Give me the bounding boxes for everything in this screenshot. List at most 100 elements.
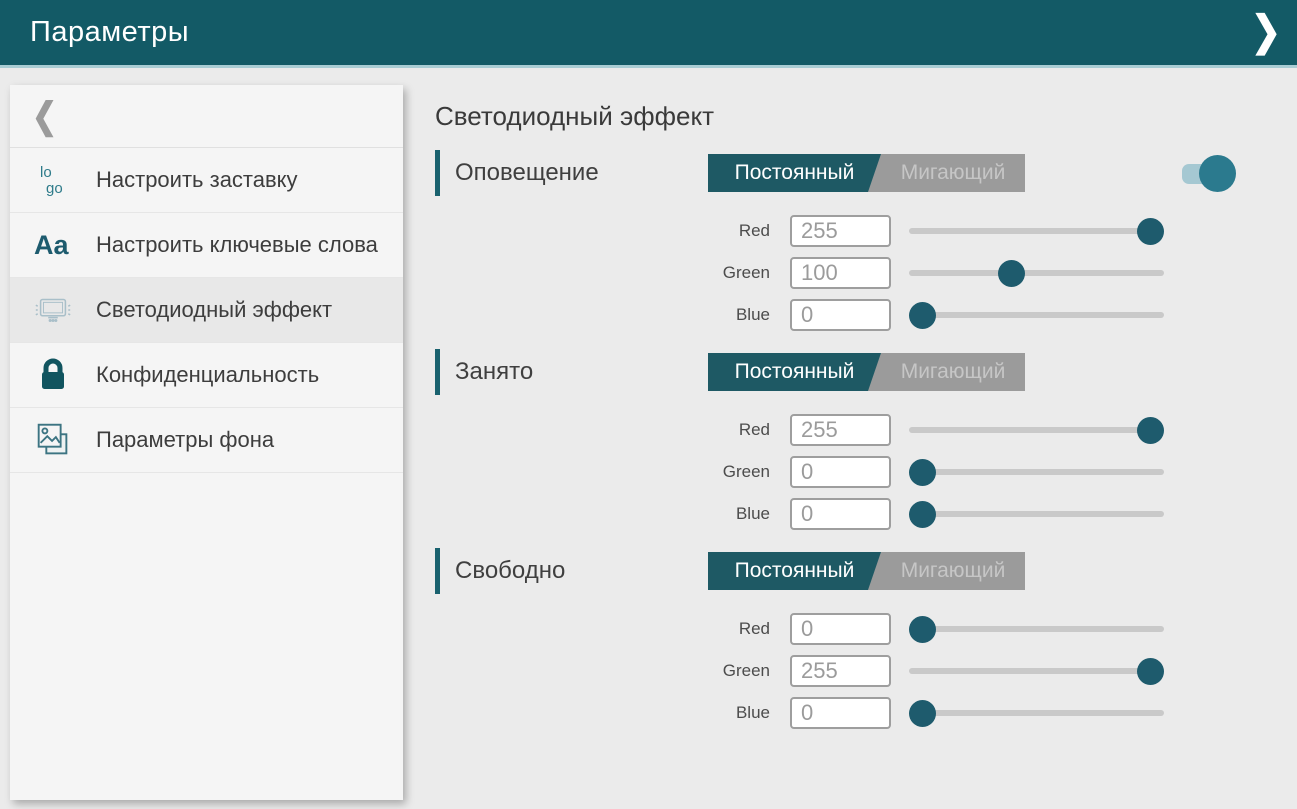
forward-chevron-icon[interactable]: ❯ bbox=[1251, 7, 1281, 55]
channel-value-input[interactable] bbox=[790, 697, 891, 729]
channel-slider[interactable] bbox=[909, 612, 1164, 646]
slider-knob[interactable] bbox=[909, 302, 936, 329]
sidebar-item-4[interactable]: Параметры фона bbox=[10, 408, 403, 473]
page-title: Параметры bbox=[30, 16, 189, 49]
channel-label: Red bbox=[435, 619, 790, 639]
channel-label: Green bbox=[435, 263, 790, 283]
channel-value-input[interactable] bbox=[790, 498, 891, 530]
channel-value-input[interactable] bbox=[790, 257, 891, 289]
slider-track bbox=[909, 312, 1164, 318]
channel-value-input[interactable] bbox=[790, 456, 891, 488]
sidebar: ❮ logo Настроить заставку Aa Настроить к… bbox=[10, 85, 403, 800]
section-accent-bar bbox=[435, 349, 440, 395]
mode-option-blinking[interactable]: Мигающий bbox=[881, 552, 1025, 590]
mode-toggle[interactable]: Мигающий Постоянный bbox=[708, 154, 1025, 192]
section-name: Занято bbox=[455, 358, 533, 386]
mode-option-constant[interactable]: Постоянный bbox=[708, 353, 868, 391]
sidebar-item-3[interactable]: Конфиденциальность bbox=[10, 343, 403, 408]
channel-value-input[interactable] bbox=[790, 215, 891, 247]
sidebar-item-label: Светодиодный эффект bbox=[96, 285, 342, 335]
channel-slider[interactable] bbox=[909, 497, 1164, 531]
channel-label: Blue bbox=[435, 305, 790, 325]
section-name: Свободно bbox=[455, 557, 565, 585]
switch-knob bbox=[1199, 155, 1236, 192]
slider-track bbox=[909, 270, 1164, 276]
slider-track bbox=[909, 710, 1164, 716]
led-section: Занято Мигающий Постоянный Red Green Blu… bbox=[435, 349, 1230, 531]
slider-track bbox=[909, 427, 1164, 433]
mode-option-blinking[interactable]: Мигающий bbox=[881, 154, 1025, 192]
enable-switch[interactable] bbox=[1182, 164, 1228, 184]
sidebar-item-2[interactable]: Светодиодный эффект bbox=[10, 278, 403, 343]
rgb-row: Blue bbox=[435, 497, 1230, 531]
rgb-row: Red bbox=[435, 413, 1230, 447]
svg-text:Aa: Aa bbox=[34, 230, 69, 260]
slider-knob[interactable] bbox=[998, 260, 1025, 287]
channel-value-input[interactable] bbox=[790, 655, 891, 687]
rgb-row: Red bbox=[435, 612, 1230, 646]
rgb-row: Blue bbox=[435, 298, 1230, 332]
main-content: Светодиодный эффект Оповещение Мигающий … bbox=[435, 85, 1230, 738]
channel-slider[interactable] bbox=[909, 298, 1164, 332]
channel-value-input[interactable] bbox=[790, 299, 891, 331]
keywords-icon: Aa bbox=[32, 225, 74, 265]
rgb-row: Blue bbox=[435, 696, 1230, 730]
sidebar-item-label: Конфиденциальность bbox=[96, 350, 329, 400]
app-header: Параметры ❯ bbox=[0, 0, 1297, 68]
slider-track bbox=[909, 668, 1164, 674]
led-effect-icon bbox=[32, 290, 74, 330]
svg-text:go: go bbox=[46, 180, 63, 197]
channel-slider[interactable] bbox=[909, 256, 1164, 290]
channel-slider[interactable] bbox=[909, 214, 1164, 248]
channel-label: Blue bbox=[435, 504, 790, 524]
sidebar-back-button[interactable]: ❮ bbox=[10, 85, 403, 148]
rgb-row: Green bbox=[435, 256, 1230, 290]
channel-value-input[interactable] bbox=[790, 414, 891, 446]
slider-knob[interactable] bbox=[1137, 417, 1164, 444]
slider-track bbox=[909, 228, 1164, 234]
rgb-row: Green bbox=[435, 654, 1230, 688]
slider-knob[interactable] bbox=[909, 616, 936, 643]
slider-track bbox=[909, 469, 1164, 475]
background-icon bbox=[32, 418, 74, 462]
back-chevron-icon: ❮ bbox=[32, 95, 57, 137]
channel-label: Red bbox=[435, 221, 790, 241]
mode-option-constant[interactable]: Постоянный bbox=[708, 552, 868, 590]
channel-label: Green bbox=[435, 661, 790, 681]
mode-option-constant[interactable]: Постоянный bbox=[708, 154, 868, 192]
led-section: Оповещение Мигающий Постоянный Red Green… bbox=[435, 150, 1230, 332]
channel-slider[interactable] bbox=[909, 455, 1164, 489]
sidebar-item-label: Настроить ключевые слова bbox=[96, 220, 388, 270]
rgb-row: Red bbox=[435, 214, 1230, 248]
mode-option-blinking[interactable]: Мигающий bbox=[881, 353, 1025, 391]
rgb-row: Green bbox=[435, 455, 1230, 489]
section-accent-bar bbox=[435, 548, 440, 594]
slider-track bbox=[909, 626, 1164, 632]
svg-text:lo: lo bbox=[40, 164, 52, 181]
channel-slider[interactable] bbox=[909, 696, 1164, 730]
slider-knob[interactable] bbox=[909, 459, 936, 486]
mode-toggle[interactable]: Мигающий Постоянный bbox=[708, 552, 1025, 590]
channel-slider[interactable] bbox=[909, 654, 1164, 688]
mode-toggle[interactable]: Мигающий Постоянный bbox=[708, 353, 1025, 391]
led-section: Свободно Мигающий Постоянный Red Green B… bbox=[435, 548, 1230, 730]
slider-knob[interactable] bbox=[1137, 218, 1164, 245]
sidebar-item-label: Настроить заставку bbox=[96, 155, 308, 205]
section-name: Оповещение bbox=[455, 159, 599, 187]
logo-icon: logo bbox=[32, 160, 74, 200]
sidebar-item-label: Параметры фона bbox=[96, 415, 284, 465]
slider-track bbox=[909, 511, 1164, 517]
main-title: Светодиодный эффект bbox=[435, 101, 1230, 133]
channel-label: Blue bbox=[435, 703, 790, 723]
section-accent-bar bbox=[435, 150, 440, 196]
channel-label: Green bbox=[435, 462, 790, 482]
sidebar-item-0[interactable]: logo Настроить заставку bbox=[10, 148, 403, 213]
channel-value-input[interactable] bbox=[790, 613, 891, 645]
privacy-lock-icon bbox=[32, 355, 74, 395]
channel-label: Red bbox=[435, 420, 790, 440]
channel-slider[interactable] bbox=[909, 413, 1164, 447]
slider-knob[interactable] bbox=[1137, 658, 1164, 685]
slider-knob[interactable] bbox=[909, 700, 936, 727]
sidebar-item-1[interactable]: Aa Настроить ключевые слова bbox=[10, 213, 403, 278]
slider-knob[interactable] bbox=[909, 501, 936, 528]
